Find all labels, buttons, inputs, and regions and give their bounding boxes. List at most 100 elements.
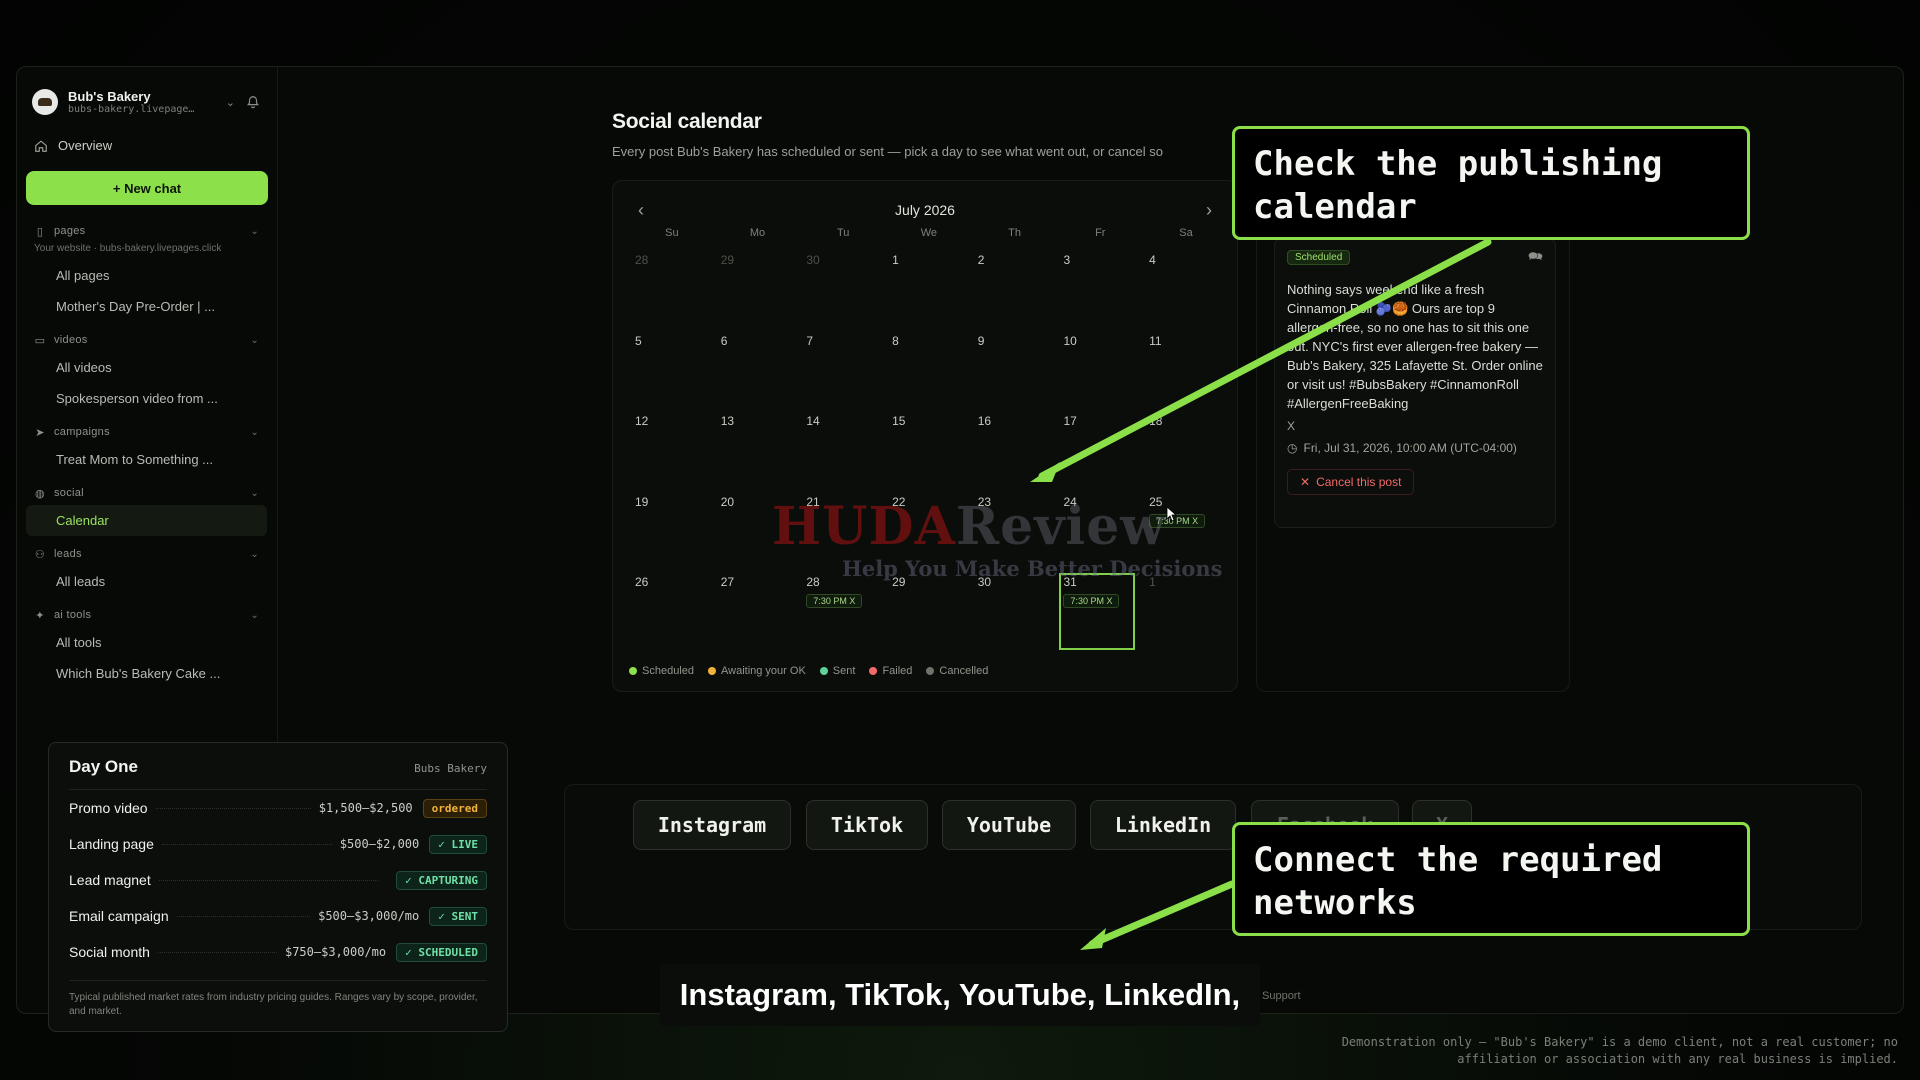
- calendar-day[interactable]: 14: [800, 410, 886, 491]
- calendar-day[interactable]: 13: [715, 410, 801, 491]
- section-leads-toggle[interactable]: ⚇ leads ⌄: [26, 542, 267, 566]
- nav-social-calendar[interactable]: Calendar: [26, 505, 267, 536]
- page-icon: ▯: [36, 225, 44, 238]
- day-one-row: Landing page $500–$2,000 ✓ LIVE: [69, 826, 487, 862]
- section-label: ai tools: [54, 609, 92, 621]
- calendar-day[interactable]: 27: [715, 571, 801, 652]
- network-linkedin-button[interactable]: LinkedIn: [1090, 800, 1236, 850]
- calendar-day[interactable]: 1: [1143, 571, 1229, 652]
- nav-video-spokesperson[interactable]: Spokesperson video from ...: [26, 383, 267, 414]
- calendar-day-number: 9: [977, 333, 985, 348]
- chat-icon[interactable]: 🗪: [1528, 247, 1543, 268]
- calendar-day[interactable]: 29: [886, 571, 972, 652]
- section-ai-tools-toggle[interactable]: ✦ ai tools ⌄: [26, 603, 267, 627]
- mouse-cursor-icon: [1166, 506, 1178, 522]
- scheduled-post-chip[interactable]: 7:30 PM X: [806, 594, 863, 608]
- calendar-day[interactable]: 18: [1143, 410, 1229, 491]
- section-social-toggle[interactable]: ◍ social ⌄: [26, 481, 267, 505]
- nav-page-mothers-day[interactable]: Mother's Day Pre-Order | ...: [26, 291, 267, 322]
- calendar-day[interactable]: 30: [800, 249, 886, 330]
- calendar-day[interactable]: 19: [629, 491, 715, 572]
- calendar-day-number: 1: [892, 253, 899, 267]
- deliverable-name: Lead magnet: [69, 872, 151, 888]
- calendar-day[interactable]: 1: [886, 249, 972, 330]
- calendar-day-number: 15: [892, 414, 906, 428]
- dotted-leader: [176, 915, 311, 917]
- cancel-post-button[interactable]: ✕ Cancel this post: [1287, 469, 1415, 495]
- chevron-right-icon[interactable]: ›: [1197, 199, 1221, 223]
- legend-label: Sent: [832, 665, 856, 677]
- nav-overview[interactable]: Overview: [26, 128, 267, 163]
- weekday-label: Su: [665, 227, 679, 239]
- dotted-leader: [161, 843, 332, 845]
- users-icon: ⚇: [34, 548, 46, 561]
- video-icon: ▭: [34, 334, 46, 347]
- calendar-day-number: 7: [806, 333, 814, 348]
- legend-dot: [926, 667, 935, 675]
- calendar-day[interactable]: 2: [972, 249, 1058, 330]
- workspace-switcher[interactable]: Bub's Bakery bubs-bakery.livepage… ⌄: [26, 82, 267, 122]
- nav-all-leads[interactable]: All leads: [26, 566, 267, 597]
- calendar-day[interactable]: 8: [886, 330, 972, 411]
- brand-name: Bub's Bakery: [68, 89, 151, 104]
- network-youtube-button[interactable]: YouTube: [942, 800, 1076, 850]
- calendar-day[interactable]: 15: [886, 410, 972, 491]
- new-chat-button[interactable]: + New chat: [26, 171, 268, 205]
- calendar-day[interactable]: 26: [629, 571, 715, 652]
- chevron-down-icon: ⌄: [250, 609, 259, 621]
- section-pages-toggle[interactable]: ▯ pages ⌄: [26, 219, 267, 243]
- nav-overview-label: Overview: [58, 138, 113, 153]
- nav-tool-cake-quiz[interactable]: Which Bub's Bakery Cake ...: [26, 658, 267, 689]
- calendar-day[interactable]: 30: [972, 571, 1058, 652]
- nav-all-tools[interactable]: All tools: [26, 627, 267, 658]
- calendar-day[interactable]: 28 7:30 PM X: [800, 571, 886, 652]
- section-campaigns: ➤ campaigns ⌄ Treat Mom to Something ...: [26, 420, 267, 475]
- section-label: leads: [54, 548, 82, 560]
- calendar-day-number: 5: [635, 333, 642, 348]
- support-link[interactable]: Support: [1262, 990, 1301, 1002]
- calendar-day-number: 13: [720, 414, 735, 428]
- weekday-label: Tu: [837, 227, 850, 239]
- calendar-day[interactable]: 5: [629, 330, 715, 411]
- calendar-day[interactable]: 12: [629, 410, 715, 491]
- section-label: social: [54, 487, 84, 499]
- callout-calendar: Check the publishing calendar: [1232, 126, 1750, 240]
- legend-item: Cancelled: [926, 665, 988, 677]
- network-instagram-button[interactable]: Instagram: [633, 800, 791, 850]
- chevron-down-icon[interactable]: ⌄: [226, 96, 235, 109]
- calendar-day[interactable]: 31 7:30 PM X: [1057, 571, 1137, 652]
- section-label: campaigns: [54, 426, 110, 438]
- watermark: HUDAReview: [772, 496, 1167, 557]
- post-card: Scheduled 🗪 Nothing says weekend like a …: [1274, 238, 1556, 528]
- calendar-day[interactable]: 9: [972, 330, 1058, 411]
- deliverable-price: $500–$3,000/mo: [318, 909, 420, 923]
- section-campaigns-toggle[interactable]: ➤ campaigns ⌄: [26, 420, 267, 444]
- section-videos-toggle[interactable]: ▭ videos ⌄: [26, 328, 267, 352]
- scheduled-post-chip[interactable]: 7:30 PM X: [1063, 594, 1120, 608]
- calendar-day[interactable]: 16: [972, 410, 1058, 491]
- nav-campaign-treat-mom[interactable]: Treat Mom to Something ...: [26, 444, 267, 475]
- calendar-day-number: 6: [720, 333, 728, 348]
- calendar-day[interactable]: 17: [1057, 410, 1143, 491]
- calendar-day[interactable]: 6: [715, 330, 801, 411]
- calendar-day[interactable]: 28: [629, 249, 715, 330]
- nav-all-pages[interactable]: All pages: [26, 260, 267, 291]
- post-body: Nothing says weekend like a fresh Cinnam…: [1287, 282, 1543, 411]
- calendar-day[interactable]: 4: [1143, 249, 1229, 330]
- bell-icon[interactable]: [245, 94, 261, 110]
- calendar-day-number: 19: [635, 494, 649, 509]
- calendar-day[interactable]: 11: [1143, 330, 1229, 411]
- post-schedule-time: ◷ Fri, Jul 31, 2026, 10:00 AM (UTC-04:00…: [1287, 441, 1543, 455]
- calendar-day[interactable]: 3: [1057, 249, 1143, 330]
- legend-dot: [869, 667, 878, 675]
- deliverable-status-badge: ✓ SCHEDULED: [396, 942, 487, 962]
- calendar-day[interactable]: 10: [1057, 330, 1143, 411]
- calendar-day[interactable]: 7: [800, 330, 886, 411]
- nav-all-videos[interactable]: All videos: [26, 352, 267, 383]
- calendar-day[interactable]: 29: [715, 249, 801, 330]
- sparkle-icon: ✦: [35, 609, 45, 622]
- calendar-day-number: 10: [1063, 333, 1077, 348]
- deliverable-price: $750–$3,000/mo: [284, 945, 387, 959]
- website-url-note: Your website · bubs-bakery.livepages.cli…: [34, 243, 222, 254]
- network-tiktok-button[interactable]: TikTok: [806, 800, 928, 850]
